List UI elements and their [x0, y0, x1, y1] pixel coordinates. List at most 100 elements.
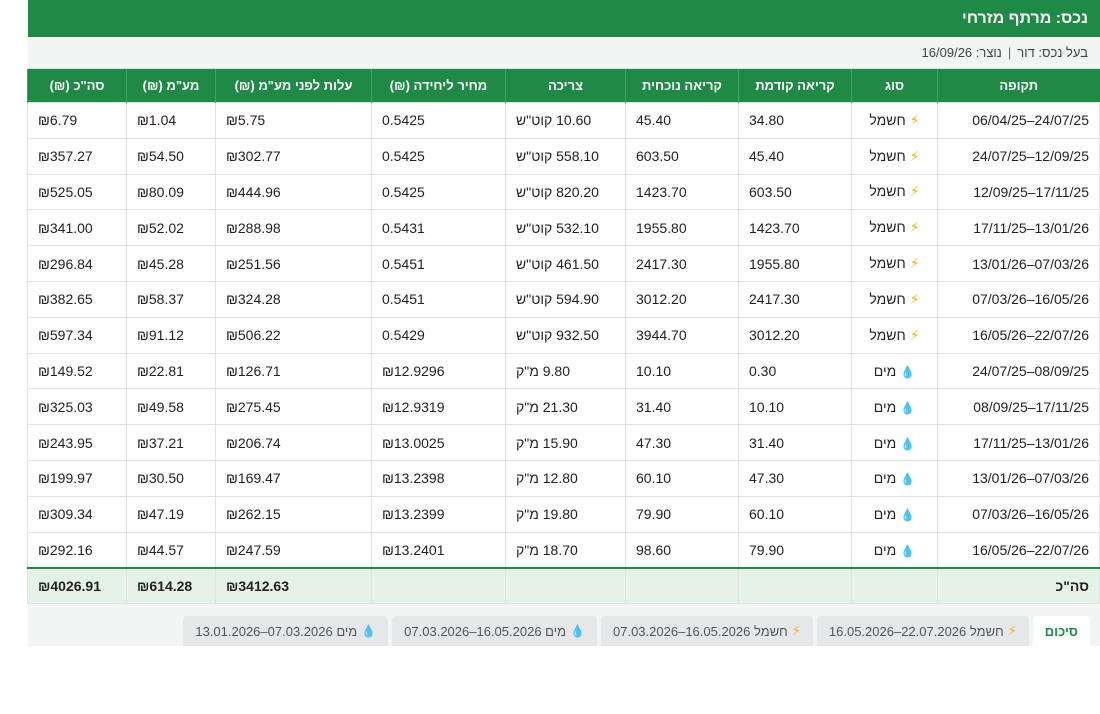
pre-vat-cell: ₪506.22	[215, 316, 372, 354]
table-body: 24/07/25–06/04/25 ⚡חשמל 34.80 45.40 10.60 קו…	[27, 102, 1100, 605]
prev-reading-cell: 45.40	[738, 137, 852, 175]
owner-label: בעל נכס: דור	[1017, 45, 1088, 60]
type-label: חשמל	[869, 183, 906, 200]
lightning-icon: ⚡	[909, 326, 920, 343]
meta-separator: |	[1007, 45, 1012, 60]
usage-cell: 932.50 קוט"ש	[505, 316, 626, 354]
period-cell: 16/05/26–07/03/26	[937, 280, 1100, 318]
pre-vat-cell: ₪302.77	[215, 137, 372, 175]
table-row[interactable]: 22/07/26–16/05/26 ⚡חשמל 3012.20 3944.70 932.…	[27, 316, 1100, 354]
table-row[interactable]: 17/11/25–08/09/25 💧מים 10.10 31.40 21.30 מ"ק…	[27, 388, 1100, 426]
table-row[interactable]: 16/05/26–07/03/26 💧מים 60.10 79.90 19.80 מ"ק…	[27, 495, 1100, 533]
table-row[interactable]: 07/03/26–13/01/26 ⚡חשמל 1955.80 2417.30 461.…	[27, 245, 1100, 282]
pre-vat-cell: ₪262.15	[215, 495, 372, 533]
usage-cell: 594.90 קוט"ש	[505, 280, 626, 318]
unit-price-cell: ₪13.2401	[371, 531, 506, 569]
total-cell: ₪296.84	[27, 245, 127, 282]
unit-price-cell: ₪13.2399	[371, 495, 506, 533]
period-cell: 07/03/26–13/01/26	[937, 459, 1100, 497]
column-header[interactable]: עלות לפני מע"מ (₪)	[215, 69, 372, 103]
water-drop-icon: 💧	[570, 624, 585, 639]
table-row[interactable]: 17/11/25–12/09/25 ⚡חשמל 603.50 1423.70 820.2…	[27, 173, 1100, 211]
vat-cell: ₪54.50	[126, 137, 216, 175]
table-row[interactable]: 24/07/25–06/04/25 ⚡חשמל 34.80 45.40 10.60 קו…	[27, 102, 1100, 139]
tab-period[interactable]: ⚡ חשמל 22.07.2026–16.05.2026	[816, 616, 1029, 647]
vat-cell: ₪91.12	[126, 316, 216, 354]
pre-vat-cell: ₪288.98	[215, 209, 372, 247]
type-label: חשמל	[869, 147, 906, 164]
usage-cell: 10.60 קוט"ש	[505, 102, 626, 139]
lightning-icon: ⚡	[909, 290, 920, 307]
unit-price-cell: ₪12.9296	[371, 352, 506, 390]
prev-reading-cell: 1955.80	[738, 245, 852, 282]
curr-reading-cell: 2417.30	[625, 245, 739, 282]
total-cell: ₪292.16	[27, 531, 127, 569]
column-header[interactable]: צריכה	[505, 69, 626, 103]
totals-empty-cell	[738, 567, 852, 605]
prev-reading-cell: 34.80	[738, 102, 852, 139]
table-row[interactable]: 08/09/25–24/07/25 💧מים 0.30 10.10 9.80 מ"ק ₪1…	[27, 352, 1100, 390]
column-header[interactable]: תקופה	[937, 69, 1100, 103]
table-row[interactable]: 12/09/25–24/07/25 ⚡חשמל 45.40 603.50 558.10 …	[27, 137, 1100, 175]
tab-period[interactable]: 💧 מים 16.05.2026–07.03.2026	[392, 616, 597, 647]
totals-empty-cell	[371, 567, 506, 605]
tab-period[interactable]: ⚡ חשמל 16.05.2026–07.03.2026	[601, 616, 813, 647]
lightning-icon: ⚡	[909, 147, 920, 164]
usage-cell: 15.90 מ"ק	[505, 424, 626, 461]
type-cell: ⚡חשמל	[851, 209, 938, 247]
water-drop-icon: 💧	[900, 400, 916, 415]
type-label: מים	[873, 541, 897, 558]
water-drop-icon: 💧	[900, 508, 916, 523]
table-row[interactable]: 07/03/26–13/01/26 💧מים 47.30 60.10 12.80 מ"ק…	[27, 459, 1100, 497]
column-header[interactable]: מע"מ (₪)	[126, 69, 216, 103]
total-cell: ₪525.05	[27, 173, 127, 211]
water-drop-icon: 💧	[361, 624, 377, 639]
table-row[interactable]: 22/07/26–16/05/26 💧מים 79.90 98.60 18.70 מ"ק…	[27, 531, 1100, 569]
prev-reading-cell: 10.10	[738, 388, 852, 426]
usage-cell: 558.10 קוט"ש	[505, 137, 626, 175]
totals-vat: ₪614.28	[126, 567, 216, 605]
column-header[interactable]: קריאה קודמת	[738, 69, 852, 103]
curr-reading-cell: 1423.70	[625, 173, 739, 211]
type-label: מים	[873, 398, 897, 415]
type-cell: 💧מים	[851, 388, 938, 426]
type-label: מים	[873, 506, 897, 523]
tab-label: מים 16.05.2026–07.03.2026	[404, 623, 567, 639]
table-header-row: תקופה סוג קריאה קודמת קריאה נוכחית צריכה מחיר…	[27, 69, 1100, 103]
period-cell: 13/01/26–17/11/25	[937, 424, 1100, 461]
column-header[interactable]: סוג	[851, 69, 938, 103]
period-cell: 22/07/26–16/05/26	[937, 316, 1100, 354]
table-row[interactable]: 13/01/26–17/11/25 💧מים 31.40 47.30 15.90 מ"ק…	[27, 424, 1100, 461]
type-cell: 💧מים	[851, 495, 938, 533]
vat-cell: ₪37.21	[126, 424, 216, 461]
totals-pre-vat: ₪3412.63	[215, 567, 372, 605]
total-cell: ₪199.97	[27, 459, 127, 497]
pre-vat-cell: ₪206.74	[215, 424, 372, 461]
table-row[interactable]: 16/05/26–07/03/26 ⚡חשמל 2417.30 3012.20 594.…	[27, 280, 1100, 318]
tab-label: סיכום	[1044, 623, 1078, 639]
total-cell: ₪309.34	[27, 495, 127, 533]
period-cell: 12/09/25–24/07/25	[937, 137, 1100, 175]
vat-cell: ₪44.57	[126, 531, 216, 569]
curr-reading-cell: 79.90	[625, 495, 739, 533]
column-header[interactable]: סה"כ (₪)	[27, 69, 127, 103]
unit-price-cell: 0.5451	[371, 245, 506, 282]
type-cell: 💧מים	[851, 531, 938, 569]
tab-period[interactable]: 💧 מים 07.03.2026–13.01.2026	[183, 616, 389, 647]
vat-cell: ₪47.19	[126, 495, 216, 533]
type-label: חשמל	[869, 111, 906, 128]
total-cell: ₪357.27	[27, 137, 127, 175]
curr-reading-cell: 31.40	[625, 388, 739, 426]
column-header[interactable]: קריאה נוכחית	[625, 69, 739, 103]
period-cell: 17/11/25–12/09/25	[937, 173, 1100, 211]
prev-reading-cell: 79.90	[738, 531, 852, 569]
type-cell: ⚡חשמל	[851, 102, 938, 139]
table-row[interactable]: 13/01/26–17/11/25 ⚡חשמל 1423.70 1955.80 532.…	[27, 209, 1100, 247]
curr-reading-cell: 45.40	[625, 102, 739, 139]
unit-price-cell: ₪12.9319	[371, 388, 506, 426]
type-cell: 💧מים	[851, 424, 938, 461]
pre-vat-cell: ₪251.56	[215, 245, 372, 282]
tab-bar: סיכום ⚡ חשמל 22.07.2026–16.05.2026 ⚡ חשמל 16…	[28, 604, 1100, 647]
column-header[interactable]: מחיר ליחידה (₪)	[371, 69, 506, 103]
tab-summary[interactable]: סיכום	[1032, 616, 1090, 647]
